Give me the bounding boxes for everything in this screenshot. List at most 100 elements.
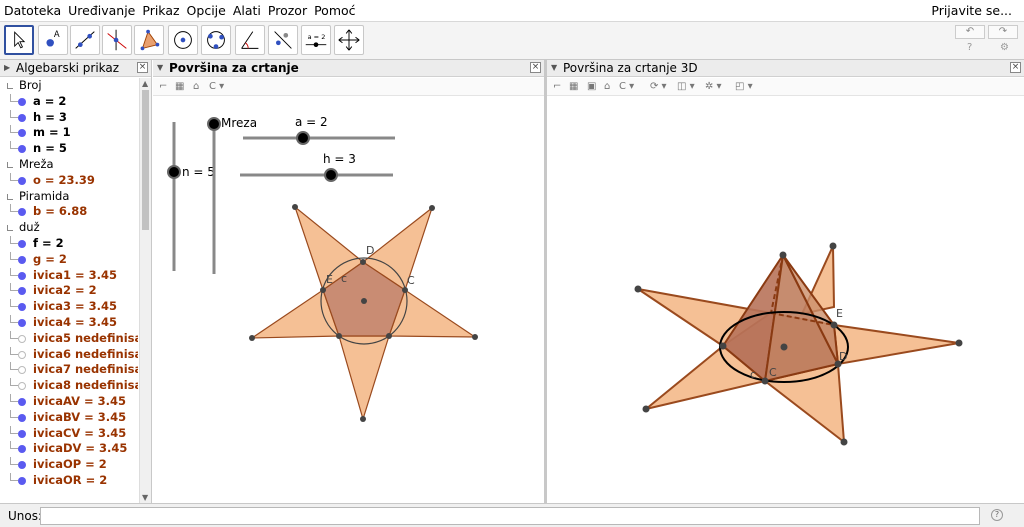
algebra-item[interactable]: m = 1 [0, 125, 138, 141]
point-tool-button[interactable]: A [38, 25, 68, 55]
slider-mreza-handle[interactable] [207, 117, 221, 131]
star-arm-right[interactable] [832, 323, 960, 366]
circle-tool-button[interactable] [168, 25, 198, 55]
visibility-toggle-icon[interactable] [18, 429, 26, 438]
visibility-toggle-icon[interactable] [18, 461, 26, 470]
algebra-item[interactable]: ivica7 nedefinisan [0, 362, 138, 378]
algebra-item[interactable]: ivica4 = 3.45 [0, 314, 138, 331]
view-direction-icon[interactable]: ◫ ▾ [677, 81, 695, 92]
algebra-item[interactable]: ivicaBV = 3.45 [0, 409, 138, 426]
input-help-icon[interactable]: ? [991, 509, 1003, 521]
algebra-item[interactable]: n = 5 [0, 141, 138, 157]
home-icon[interactable]: ⌂ [193, 81, 199, 92]
expand-icon[interactable] [7, 161, 13, 168]
visibility-toggle-icon[interactable] [18, 397, 26, 406]
slider-a-handle[interactable] [296, 131, 310, 145]
algebra-item[interactable]: o = 23.39 [0, 172, 138, 189]
scrollbar-thumb[interactable] [142, 90, 149, 230]
polygon-tool-button[interactable] [134, 25, 164, 55]
visibility-toggle-icon[interactable] [18, 382, 26, 391]
visibility-toggle-icon[interactable] [18, 413, 26, 422]
graphics2d-canvas[interactable]: n = 5 Mreza a = 2 h = 3 D C E c [153, 96, 544, 503]
axes-icon[interactable]: ⌐ [159, 81, 167, 92]
visibility-toggle-icon[interactable] [18, 445, 26, 454]
line-tool-button[interactable] [70, 25, 100, 55]
redo-button[interactable]: ↷ [988, 25, 1018, 39]
menu-file[interactable]: Datoteka [0, 3, 64, 18]
help-icon[interactable]: ? [967, 42, 972, 53]
net-triangle-bottom[interactable] [338, 335, 390, 422]
visibility-toggle-icon[interactable] [18, 318, 26, 327]
algebra-item[interactable]: ivica3 = 3.45 [0, 299, 138, 315]
menu-window[interactable]: Prozor [264, 3, 310, 18]
visibility-toggle-icon[interactable] [18, 271, 26, 280]
axes-icon[interactable]: ⌐ [553, 81, 561, 92]
algebra-group[interactable]: duž [0, 220, 138, 236]
collapse-icon[interactable]: ▼ [157, 63, 163, 72]
algebra-scrollbar[interactable]: ▲ ▼ [139, 78, 151, 503]
point-capture-icon[interactable]: C ▾ [209, 81, 224, 92]
graphics3d-canvas[interactable]: E D C c [547, 96, 1024, 503]
angle-tool-button[interactable] [235, 25, 265, 55]
algebra-group[interactable]: Mreža [0, 157, 138, 173]
algebra-group[interactable]: Piramida [0, 189, 138, 205]
algebra-item[interactable]: ivica6 nedefinisan [0, 346, 138, 363]
visibility-toggle-icon[interactable] [18, 255, 26, 264]
menu-tools[interactable]: Alati [229, 3, 264, 18]
algebra-item[interactable]: b = 6.88 [0, 204, 138, 220]
visibility-toggle-icon[interactable] [18, 350, 26, 359]
visibility-toggle-icon[interactable] [18, 97, 26, 106]
grid-icon[interactable]: ▦ [569, 81, 578, 92]
menu-help[interactable]: Pomoć [310, 3, 358, 18]
expand-icon[interactable] [7, 83, 13, 89]
point-capture-icon[interactable]: C ▾ [619, 81, 634, 92]
algebra-item[interactable]: ivicaOP = 2 [0, 457, 138, 473]
algebra-item[interactable]: ivicaCV = 3.45 [0, 425, 138, 442]
visibility-toggle-icon[interactable] [18, 366, 26, 375]
slider-n-handle[interactable] [167, 165, 181, 179]
close-icon[interactable]: × [137, 62, 148, 73]
algebra-item[interactable]: g = 2 [0, 251, 138, 268]
visibility-toggle-icon[interactable] [18, 239, 26, 248]
algebra-item[interactable]: ivica8 nedefinisan [0, 378, 138, 394]
close-icon[interactable]: × [1010, 62, 1021, 73]
rotate-icon[interactable]: ⟳ ▾ [650, 81, 667, 92]
undo-button[interactable]: ↶ [955, 25, 985, 39]
collapse-icon[interactable]: ▶ [4, 63, 10, 72]
expand-icon[interactable] [7, 225, 13, 232]
expand-icon[interactable] [7, 193, 13, 200]
algebra-item[interactable]: ivicaAV = 3.45 [0, 393, 138, 410]
algebra-item[interactable]: ivica1 = 3.45 [0, 267, 138, 284]
perpendicular-tool-button[interactable] [102, 25, 132, 55]
plane-icon[interactable]: ▣ [587, 81, 596, 92]
move-graphics-tool-button[interactable] [334, 25, 364, 55]
visibility-toggle-icon[interactable] [18, 287, 26, 296]
visibility-toggle-icon[interactable] [18, 334, 26, 343]
gear-icon[interactable]: ⚙ [1000, 42, 1009, 53]
clipping-icon[interactable]: ✲ ▾ [705, 81, 722, 92]
algebra-item[interactable]: ivica2 = 2 [0, 283, 138, 299]
visibility-toggle-icon[interactable] [18, 476, 26, 485]
move-tool-button[interactable] [4, 25, 34, 55]
slider-tool-button[interactable]: a = 2 [301, 25, 331, 55]
menu-options[interactable]: Opcije [183, 3, 229, 18]
home-icon[interactable]: ⌂ [604, 81, 610, 92]
scroll-up-icon[interactable]: ▲ [142, 79, 148, 88]
scroll-down-icon[interactable]: ▼ [142, 493, 148, 502]
algebra-item[interactable]: f = 2 [0, 235, 138, 252]
close-icon[interactable]: × [530, 62, 541, 73]
algebra-item[interactable]: a = 2 [0, 93, 138, 110]
menu-view[interactable]: Prikaz [138, 3, 182, 18]
algebra-item[interactable]: ivica5 nedefinisan [0, 330, 138, 347]
reflect-tool-button[interactable] [268, 25, 298, 55]
projection-icon[interactable]: ◰ ▾ [735, 81, 753, 92]
conic-tool-button[interactable] [201, 25, 231, 55]
slider-h-handle[interactable] [324, 168, 338, 182]
menu-edit[interactable]: Uređivanje [64, 3, 138, 18]
visibility-toggle-icon[interactable] [18, 129, 26, 138]
collapse-icon[interactable]: ▼ [551, 63, 557, 72]
algebra-item[interactable]: ivicaOR = 2 [0, 472, 138, 489]
visibility-toggle-icon[interactable] [18, 303, 26, 312]
algebra-item[interactable]: h = 3 [0, 109, 138, 126]
sign-in-link[interactable]: Prijavite se... [931, 3, 1012, 18]
